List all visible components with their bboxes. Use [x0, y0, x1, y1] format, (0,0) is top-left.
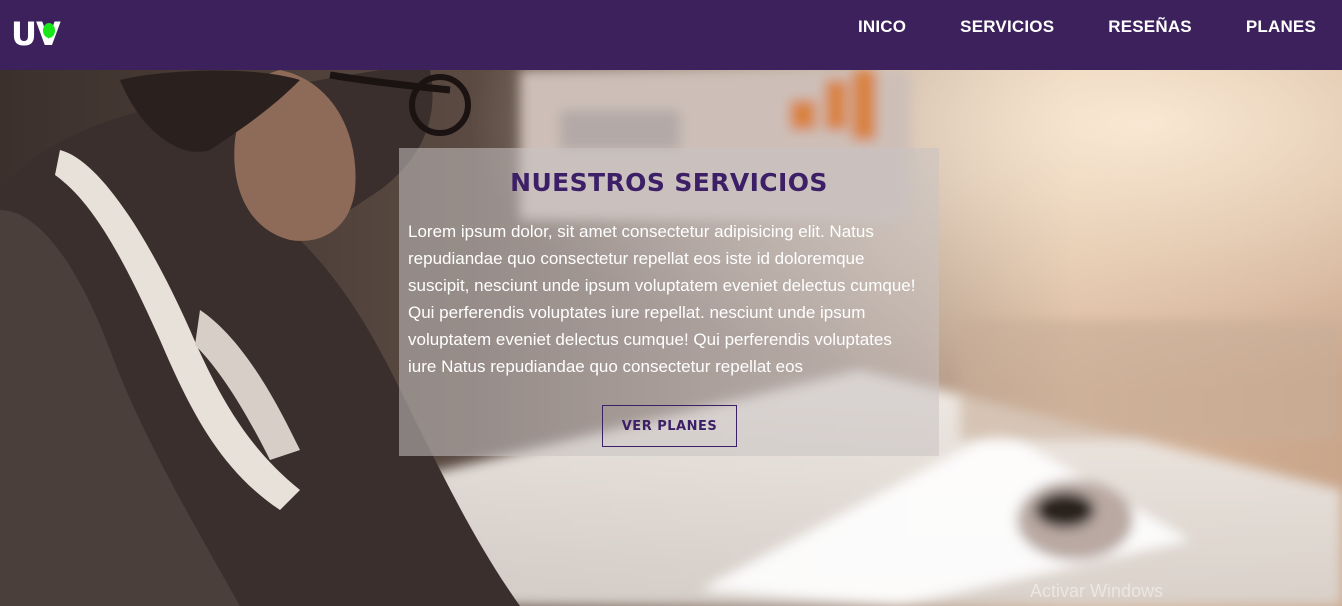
windows-activation-watermark: Activar Windows	[1030, 581, 1164, 601]
nav-item-planes[interactable]: PLANES	[1246, 17, 1316, 37]
nav-item-servicios[interactable]: SERVICIOS	[960, 17, 1054, 37]
nav-item-resenas[interactable]: RESEÑAS	[1108, 17, 1192, 37]
hero-section: NUESTROS SERVICIOS Lorem ipsum dolor, si…	[0, 70, 1342, 606]
services-title: NUESTROS SERVICIOS	[510, 168, 828, 197]
services-panel: NUESTROS SERVICIOS Lorem ipsum dolor, si…	[399, 148, 939, 456]
main-nav: INICO SERVICIOS RESEÑAS PLANES	[830, 0, 1342, 54]
logo-green-dot-icon	[43, 23, 55, 38]
ver-planes-button[interactable]: VER PLANES	[602, 405, 737, 447]
nav-item-inicio[interactable]: INICO	[858, 17, 906, 37]
services-description: Lorem ipsum dolor, sit amet consectetur …	[408, 222, 916, 376]
top-navbar: UV INICO SERVICIOS RESEÑAS PLANES	[0, 0, 1342, 70]
